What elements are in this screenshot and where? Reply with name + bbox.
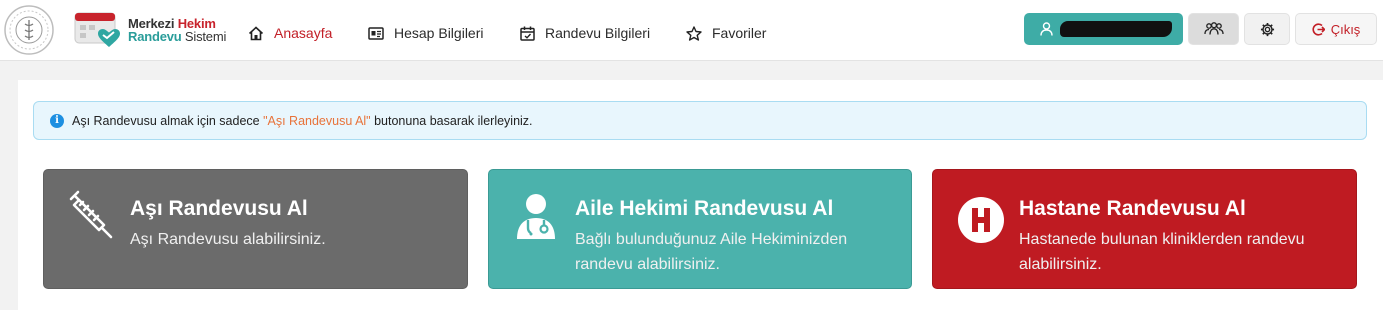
doctor-icon: [515, 192, 557, 245]
brand-logo[interactable]: Merkezi Hekim Randevu Sistemi: [72, 9, 232, 49]
nav-favoriler-label: Favoriler: [712, 25, 767, 41]
nav-randevu-bilgileri[interactable]: Randevu Bilgileri: [520, 25, 650, 41]
alert-text: Aşı Randevusu almak için sadece "Aşı Ran…: [72, 113, 533, 128]
redacted-username: [1060, 21, 1172, 37]
asi-tile-desc: Aşı Randevusu alabilirsiniz.: [130, 231, 326, 248]
top-header: Merkezi Hekim Randevu Sistemi Anasayfa H…: [0, 0, 1383, 61]
aile-hekimi-randevu-tile[interactable]: Aile Hekimi Randevusu Al Bağlı bulunduğu…: [488, 169, 912, 289]
nav-anasayfa-label: Anasayfa: [274, 25, 333, 41]
hospital-icon: [957, 196, 1005, 249]
logout-button[interactable]: Çıkış: [1295, 13, 1377, 45]
hastane-randevu-tile[interactable]: Hastane Randevusu Al Hastanede bulunan k…: [932, 169, 1357, 289]
gear-icon: [1260, 22, 1274, 36]
aile-tile-desc: Bağlı bulunduğunuz Aile Hekiminizden ran…: [575, 231, 848, 273]
nav-hesap-bilgileri[interactable]: Hesap Bilgileri: [368, 25, 483, 41]
home-icon: [248, 25, 264, 40]
id-card-icon: [368, 26, 384, 40]
settings-button[interactable]: [1244, 13, 1290, 45]
user-icon: [1040, 22, 1053, 36]
main-content: i Aşı Randevusu almak için sadece "Aşı R…: [18, 80, 1383, 310]
family-members-button[interactable]: [1188, 13, 1239, 45]
nav-anasayfa[interactable]: Anasayfa: [248, 25, 332, 41]
syringe-icon: [66, 190, 118, 247]
asi-tile-title: Aşı Randevusu Al: [130, 197, 308, 220]
nav-randevu-label: Randevu Bilgileri: [545, 25, 651, 41]
hastane-tile-desc: Hastanede bulunan kliniklerden randevu a…: [1019, 231, 1305, 273]
asi-randevu-tile[interactable]: Aşı Randevusu Al Aşı Randevusu alabilirs…: [43, 169, 468, 289]
info-icon: i: [50, 113, 64, 128]
info-alert: i Aşı Randevusu almak için sadece "Aşı R…: [33, 101, 1367, 140]
group-icon: [1203, 22, 1224, 35]
ministry-logo[interactable]: [0, 3, 58, 57]
calendar-icon: [520, 26, 535, 41]
star-icon: [686, 25, 702, 41]
nav-favoriler[interactable]: Favoriler: [686, 25, 766, 41]
brand-name: Merkezi Hekim Randevu Sistemi: [128, 16, 227, 44]
logout-label: Çıkış: [1330, 21, 1361, 37]
nav-hesap-label: Hesap Bilgileri: [394, 25, 484, 41]
user-account-button[interactable]: [1024, 13, 1183, 45]
logout-icon: [1312, 22, 1325, 36]
hastane-tile-title: Hastane Randevusu Al: [1019, 197, 1246, 220]
aile-tile-title: Aile Hekimi Randevusu Al: [575, 197, 834, 220]
